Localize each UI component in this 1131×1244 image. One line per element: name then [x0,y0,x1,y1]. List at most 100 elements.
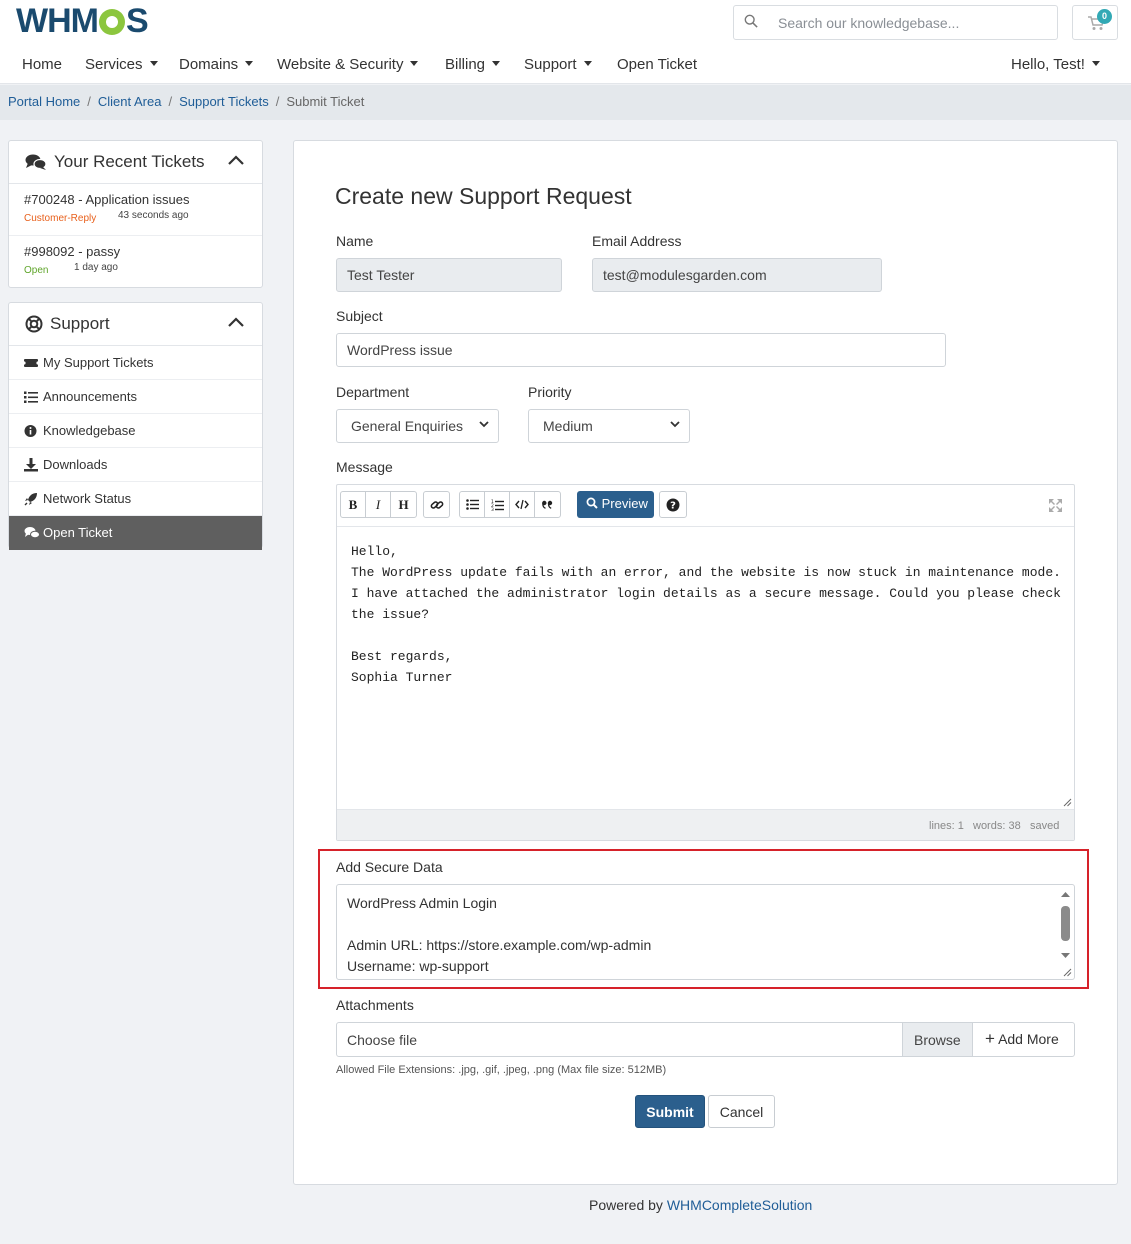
whmcs-logo[interactable]: WHM S [16,2,149,41]
resize-handle-icon[interactable] [1063,798,1072,807]
add-more-button[interactable]: + Add More [972,1023,1074,1056]
priority-select[interactable]: Medium [528,409,690,443]
line-count: lines: 1 [929,820,964,832]
caret-down-icon [410,61,419,66]
chevron-down-icon [479,421,489,428]
nav-support[interactable]: Support [524,56,592,73]
save-status: saved [1030,820,1060,832]
heading-icon[interactable]: H [391,492,416,517]
quote-icon[interactable] [535,492,560,517]
breadcrumb-portal-home[interactable]: Portal Home [8,94,80,109]
breadcrumb-current: Submit Ticket [286,94,365,109]
chevron-up-icon[interactable] [228,155,244,165]
knowledgebase-search-input[interactable]: Search our knowledgebase... [733,5,1058,40]
nav-website-security[interactable]: Website & Security [277,56,419,73]
sidebar-item-my-support-tickets[interactable]: My Support Tickets [9,346,262,380]
editor-statusbar: lines: 1 words: 38 saved [337,809,1074,840]
sidebar-item-knowledgebase[interactable]: Knowledgebase [9,414,262,448]
ticket-time: 1 day ago [74,262,118,273]
support-panel-title: Support [50,314,110,333]
scrollbar-thumb[interactable] [1061,906,1070,941]
info-icon [24,425,37,437]
search-icon [586,497,598,509]
italic-icon[interactable]: I [366,492,391,517]
sidebar-item-announcements[interactable]: Announcements [9,380,262,414]
ticket-icon [24,359,38,367]
department-select[interactable]: General Enquiries [336,409,499,443]
secure-data-textarea[interactable]: WordPress Admin Login Admin URL: https:/… [336,884,1075,980]
subject-label: Subject [336,308,383,324]
subject-field[interactable]: WordPress issue [336,333,946,367]
help-button[interactable]: ? [659,491,687,518]
allowed-extensions-note: Allowed File Extensions: .jpg, .gif, .jp… [336,1064,667,1076]
search-icon [744,14,758,28]
svg-text:?: ? [670,501,676,512]
comments-icon [24,527,40,539]
resize-handle-icon[interactable] [1063,968,1072,977]
message-textarea[interactable]: Hello, The WordPress update fails with a… [351,541,1061,688]
ticket-item[interactable]: #700248 - Application issues Customer-Re… [9,184,262,236]
chevron-down-icon [670,421,680,428]
sidebar-item-open-ticket[interactable]: Open Ticket [9,516,262,550]
ticket-time: 43 seconds ago [118,210,189,221]
nav-home[interactable]: Home [22,56,62,73]
department-label: Department [336,384,410,400]
word-count: words: 38 [973,820,1021,832]
ticket-title: #700248 - Application issues [24,192,190,207]
scroll-up-icon[interactable] [1059,889,1072,899]
ticket-item[interactable]: #998092 - passy Open 1 day ago [9,236,262,288]
preview-button[interactable]: Preview [577,491,654,518]
sidebar-item-downloads[interactable]: Downloads [9,448,262,482]
caret-down-icon [1091,61,1100,66]
caret-down-icon [149,61,158,66]
recent-tickets-header[interactable]: Your Recent Tickets [9,141,262,184]
caret-down-icon [245,61,254,66]
comments-icon [25,154,47,170]
email-field[interactable]: test@modulesgarden.com [592,258,882,292]
breadcrumb-client-area[interactable]: Client Area [98,94,162,109]
nav-services[interactable]: Services [85,56,158,73]
bullet-list-icon[interactable] [460,492,485,517]
submit-button[interactable]: Submit [635,1095,705,1128]
main-nav: Home Services Domains Website & Security… [0,56,1131,78]
search-placeholder: Search our knowledgebase... [778,15,960,31]
bold-icon[interactable]: B [341,492,366,517]
numbered-list-icon[interactable]: 123 [485,492,510,517]
user-menu[interactable]: Hello, Test! [1011,56,1100,73]
breadcrumb-support-tickets[interactable]: Support Tickets [179,94,269,109]
attachments-label: Attachments [336,997,414,1013]
scrollbar[interactable] [1059,889,1072,969]
cancel-button[interactable]: Cancel [708,1095,775,1128]
name-label: Name [336,233,374,249]
nav-open-ticket[interactable]: Open Ticket [617,56,697,73]
scroll-down-icon[interactable] [1059,951,1072,961]
life-ring-icon [25,315,43,333]
editor-toolbar: B I H 123 Preview ? [337,485,1074,527]
chevron-up-icon[interactable] [228,317,244,327]
top-header: WHM S Search our knowledgebase... 0 Home … [0,0,1131,84]
link-icon[interactable] [424,492,449,517]
sidebar-item-network-status[interactable]: Network Status [9,482,262,516]
question-icon: ? [666,498,680,512]
gear-icon [98,9,125,35]
support-panel-header[interactable]: Support [9,303,262,346]
priority-label: Priority [528,384,572,400]
list-icon [24,391,38,403]
browse-button[interactable]: Browse [902,1023,972,1056]
nav-domains[interactable]: Domains [179,56,254,73]
choose-file-input[interactable]: Choose file [347,1032,417,1048]
name-field[interactable]: Test Tester [336,258,562,292]
fullscreen-icon[interactable] [1049,499,1062,512]
file-upload: Choose file Browse + Add More [336,1022,1075,1057]
recent-tickets-title: Your Recent Tickets [54,152,205,171]
cart-count-badge: 0 [1097,9,1112,24]
nav-billing[interactable]: Billing [445,56,501,73]
ticket-title: #998092 - passy [24,244,121,259]
code-icon[interactable] [510,492,535,517]
page-title: Create new Support Request [335,183,632,209]
footer-link[interactable]: WHMCompleteSolution [667,1197,813,1213]
message-label: Message [336,459,393,475]
cart-button[interactable]: 0 [1072,5,1118,40]
caret-down-icon [492,61,501,66]
ticket-status: Open [24,265,49,276]
